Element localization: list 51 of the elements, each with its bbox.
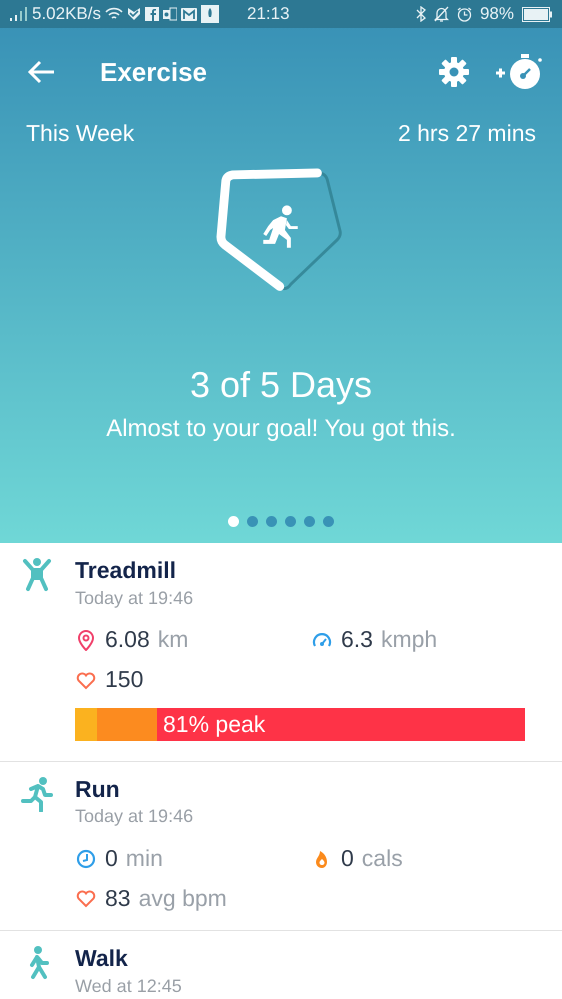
page-dot[interactable] <box>266 516 277 527</box>
add-timer-button[interactable] <box>494 52 544 92</box>
stat-unit: km <box>158 625 188 654</box>
stat-value: 6.08 <box>105 625 150 654</box>
settings-button[interactable] <box>438 56 470 88</box>
facebook-icon <box>145 7 159 21</box>
network-speed: 5.02KB/s <box>32 3 101 26</box>
stat-value: 6.3 <box>341 625 373 654</box>
goal-message: Almost to your goal! You got this. <box>105 414 457 444</box>
stat-value: 0 <box>341 844 354 873</box>
activity-time: Today at 19:46 <box>75 586 194 610</box>
stat-unit: kmph <box>380 625 438 654</box>
wifi-icon <box>105 7 123 21</box>
week-total: 2 hrs 27 mins <box>398 119 536 148</box>
stat-unit: cals <box>362 844 403 873</box>
zone-label: 81% peak <box>162 710 266 739</box>
page-dot[interactable] <box>228 516 239 527</box>
location-pin-icon <box>75 628 97 651</box>
stat-value: 0 <box>105 844 118 873</box>
runner-icon <box>20 776 54 812</box>
page-dot[interactable] <box>323 516 334 527</box>
back-button[interactable] <box>28 60 56 84</box>
alarm-icon <box>456 6 472 22</box>
page-dot[interactable] <box>247 516 258 527</box>
stat-unit: min <box>126 844 163 873</box>
battery-level: 98% <box>480 3 514 26</box>
page-dot[interactable] <box>304 516 315 527</box>
battery-icon <box>522 6 552 22</box>
stat-unit: avg bpm <box>138 884 227 913</box>
clock-icon <box>75 847 97 870</box>
activity-time: Today at 19:46 <box>75 805 194 828</box>
activity-name: Walk <box>75 945 129 973</box>
mail-app-icon <box>163 7 177 21</box>
week-label: This Week <box>26 119 134 148</box>
person-arms-up-icon <box>20 557 54 593</box>
activity-name: Run <box>75 776 121 804</box>
plus-stopwatch-icon <box>494 52 544 92</box>
page-title: Exercise <box>100 56 207 88</box>
status-time: 21:13 <box>247 3 290 26</box>
back-arrow-icon <box>28 60 56 84</box>
activity-name: Treadmill <box>75 557 177 585</box>
settings-icon <box>438 56 470 88</box>
signal-icon <box>10 7 28 21</box>
bluetooth-icon <box>416 6 426 22</box>
page-dot[interactable] <box>285 516 296 527</box>
activity-time: Wed at 12:45 <box>75 974 183 998</box>
muted-bell-icon <box>434 6 449 22</box>
gmail-icon <box>181 8 197 20</box>
stat-value: 83 <box>105 884 131 913</box>
stat-value: 150 <box>105 665 144 694</box>
check-flag-icon <box>127 7 141 21</box>
